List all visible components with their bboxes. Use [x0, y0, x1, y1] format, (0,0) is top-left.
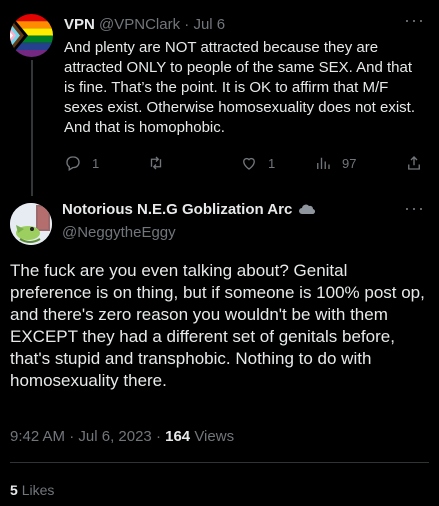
views-number: 164 [165, 428, 191, 445]
like-icon [243, 157, 255, 170]
parent-more-button[interactable]: ··· [404, 10, 425, 31]
tweet-date[interactable]: Jul 6, 2023 [78, 428, 151, 445]
divider [10, 462, 429, 463]
meta-separator-1: · [69, 428, 79, 445]
parent-display-name[interactable]: VPN [64, 16, 95, 33]
avatar-pride-flag[interactable] [10, 14, 53, 57]
retweet-icon [150, 156, 162, 170]
likes-label: Likes [21, 482, 55, 498]
parent-date[interactable]: Jul 6 [193, 16, 225, 33]
parent-tweet-header: VPN @VPNClark · Jul 6 [64, 16, 225, 33]
views-label: Views [194, 428, 235, 445]
views-button[interactable]: 97 [314, 154, 356, 172]
share-icon [408, 156, 420, 170]
reply-count: 1 [92, 155, 100, 171]
cloud-emoji-icon [299, 201, 316, 215]
avatar-goblin[interactable] [10, 203, 52, 245]
tweet-metadata: 9:42 AM · Jul 6, 2023 · 164 Views [10, 428, 234, 445]
main-more-button[interactable]: ··· [404, 198, 425, 219]
tweet-time[interactable]: 9:42 AM [10, 428, 65, 445]
main-display-name-row[interactable]: Notorious N.E.G Goblization Arc [62, 201, 316, 218]
like-button[interactable]: 1 [240, 154, 275, 172]
main-tweet-text: The fuck are you even talking about? Gen… [10, 261, 425, 390]
thread-connector-line [31, 60, 33, 196]
parent-handle[interactable]: @VPNClark [99, 16, 180, 33]
parent-action-bar: 1 1 97 [64, 154, 424, 176]
parent-separator: · [184, 16, 190, 33]
views-count: 97 [342, 155, 357, 171]
like-count: 1 [268, 155, 276, 171]
reply-icon [66, 156, 80, 171]
retweet-button[interactable] [147, 154, 175, 172]
reply-button[interactable]: 1 [64, 154, 99, 172]
views-icon [317, 157, 330, 169]
share-button[interactable] [405, 154, 423, 172]
main-display-name[interactable]: Notorious N.E.G Goblization Arc [62, 201, 292, 218]
main-handle[interactable]: @NeggytheEggy [62, 224, 176, 241]
parent-tweet-text: And plenty are NOT attracted because the… [64, 39, 415, 136]
meta-separator-2: · [155, 428, 166, 445]
likes-number: 5 [10, 482, 18, 498]
likes-summary[interactable]: 5 Likes [10, 482, 54, 498]
